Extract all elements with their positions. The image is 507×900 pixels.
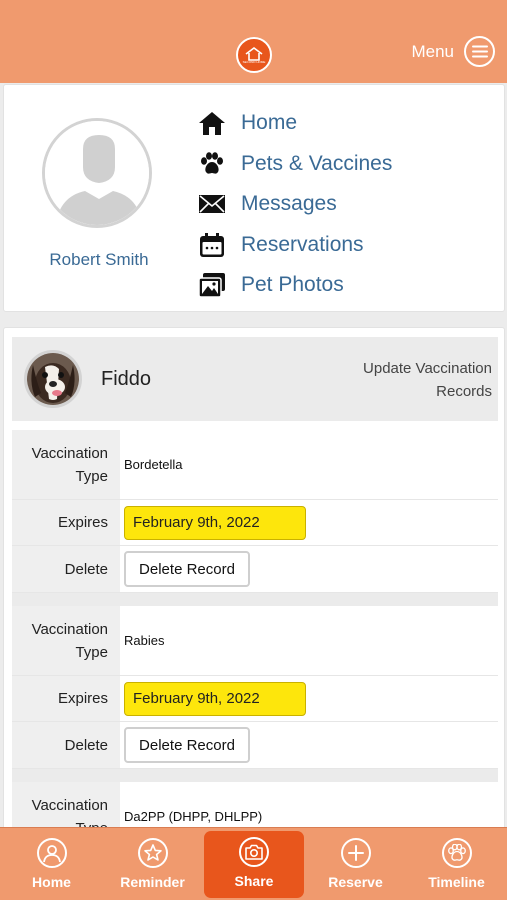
type-row: Vaccination Type Bordetella	[12, 430, 498, 500]
vaccination-record: Vaccination Type Bordetella Expires Febr…	[12, 430, 498, 593]
pet-avatar[interactable]	[24, 350, 82, 408]
expires-row: Expires February 9th, 2022	[12, 676, 498, 722]
avatar[interactable]	[42, 118, 152, 228]
tab-reserve[interactable]: Reserve	[305, 828, 406, 900]
record-divider	[12, 593, 498, 607]
nav-label: Home	[241, 111, 298, 135]
nav-label: Pets & Vaccines	[241, 151, 393, 175]
pet-vaccination-card: Fiddo Update Vaccination Records Vaccina…	[3, 327, 505, 847]
nav-label: Reservations	[241, 232, 364, 256]
tab-label: Share	[234, 873, 274, 889]
delete-record-button[interactable]: Delete Record	[124, 727, 250, 763]
vaccination-type-label: Vaccination Type	[12, 430, 120, 499]
user-name[interactable]: Robert Smith	[4, 250, 194, 270]
avatar-placeholder-icon	[45, 121, 149, 225]
expires-label: Expires	[12, 500, 120, 545]
camera-icon	[239, 837, 269, 867]
expires-value: February 9th, 2022	[120, 500, 498, 545]
nav-item-reservations[interactable]: Reservations	[197, 225, 392, 266]
nav-item-pet-photos[interactable]: Pet Photos	[197, 265, 392, 306]
plus-icon	[340, 838, 371, 868]
tab-reminder[interactable]: Reminder	[102, 828, 203, 900]
delete-record-button[interactable]: Delete Record	[124, 551, 250, 587]
expiry-date-field[interactable]: February 9th, 2022	[124, 681, 306, 716]
bottom-tab-bar: Home Reminder Share Reserve Timeline	[0, 827, 507, 900]
menu-button[interactable]: Menu	[411, 36, 495, 67]
hamburger-icon	[464, 36, 495, 67]
delete-row: Delete Delete Record	[12, 546, 498, 593]
paw-icon	[197, 149, 227, 179]
tab-label: Home	[32, 874, 71, 890]
top-bar: SECOND HOME Menu	[0, 0, 507, 83]
delete-row: Delete Delete Record	[12, 722, 498, 769]
tab-label: Timeline	[428, 874, 485, 890]
logo-text: SECOND HOME	[242, 59, 266, 64]
nav-label: Messages	[241, 192, 337, 216]
vaccination-record: Vaccination Type Rabies Expires February…	[12, 606, 498, 769]
tab-label: Reserve	[328, 874, 383, 890]
delete-label: Delete	[12, 722, 120, 768]
pet-photo	[27, 353, 79, 405]
main-nav: Home Pets & Vaccines Messages Reservatio…	[197, 103, 392, 306]
expires-row: Expires February 9th, 2022	[12, 500, 498, 546]
tab-timeline[interactable]: Timeline	[406, 828, 507, 900]
tab-label: Reminder	[120, 874, 185, 890]
pet-header: Fiddo Update Vaccination Records	[12, 337, 498, 421]
vaccination-type-label: Vaccination Type	[12, 606, 120, 675]
nav-item-messages[interactable]: Messages	[197, 184, 392, 225]
logo[interactable]: SECOND HOME	[236, 37, 272, 73]
update-vaccination-records-link[interactable]: Update Vaccination Records	[342, 357, 492, 403]
nav-item-pets-vaccines[interactable]: Pets & Vaccines	[197, 144, 392, 185]
expires-value: February 9th, 2022	[120, 676, 498, 721]
envelope-icon	[197, 189, 227, 219]
profile-card: Robert Smith Home Pets & Vaccines Messag…	[3, 84, 505, 312]
home-icon	[197, 108, 227, 138]
house-logo-icon	[245, 46, 263, 61]
expires-label: Expires	[12, 676, 120, 721]
person-icon	[36, 838, 67, 868]
tab-share[interactable]: Share	[204, 831, 304, 898]
tab-home[interactable]: Home	[1, 828, 102, 900]
nav-item-home[interactable]: Home	[197, 103, 392, 144]
pet-name: Fiddo	[101, 368, 152, 390]
vaccination-type-value: Rabies	[124, 633, 165, 648]
nav-label: Pet Photos	[241, 273, 344, 297]
delete-value: Delete Record	[120, 722, 498, 768]
record-divider	[12, 769, 498, 783]
delete-value: Delete Record	[120, 546, 498, 592]
type-row: Vaccination Type Rabies	[12, 606, 498, 676]
delete-label: Delete	[12, 546, 120, 592]
calendar-icon	[197, 230, 227, 260]
star-icon	[137, 838, 168, 868]
paw-icon	[441, 838, 472, 868]
vaccination-type-value: Bordetella	[124, 457, 183, 472]
photos-icon	[197, 270, 227, 300]
menu-label: Menu	[411, 41, 454, 61]
expiry-date-field[interactable]: February 9th, 2022	[124, 505, 306, 540]
